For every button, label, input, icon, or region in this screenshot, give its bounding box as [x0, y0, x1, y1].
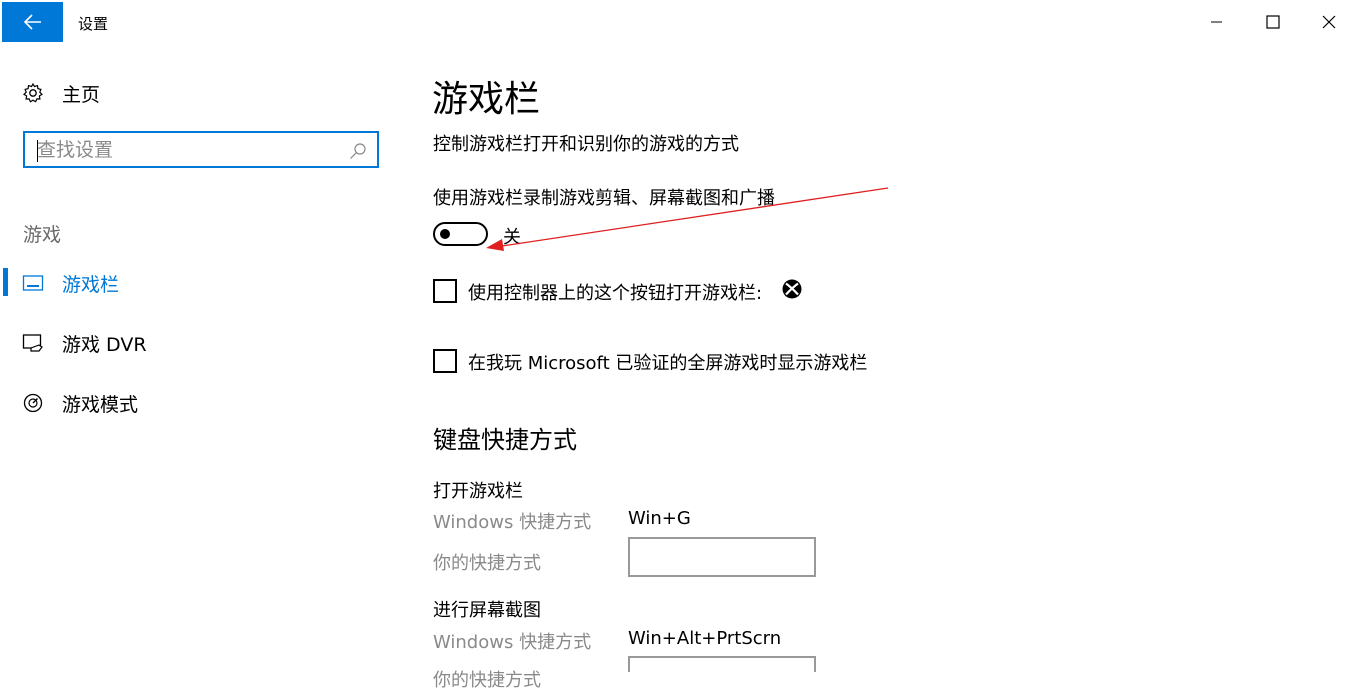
sidebar-category-label: 游戏	[23, 224, 62, 246]
search-icon[interactable]	[349, 142, 367, 160]
controller-button-checkbox[interactable]	[433, 279, 457, 303]
close-button[interactable]	[1301, 0, 1353, 44]
keyboard-shortcuts-title: 键盘快捷方式	[433, 426, 577, 454]
sidebar-item-label: 游戏 DVR	[62, 333, 147, 356]
toggle-knob	[440, 229, 450, 239]
sidebar-item-game-bar[interactable]: 游戏栏	[0, 263, 400, 303]
sidebar-item-game-dvr[interactable]: 游戏 DVR	[0, 323, 400, 363]
your-shortcut-label: 你的快捷方式	[433, 670, 541, 691]
title-bar: 设置	[0, 0, 1353, 44]
fullscreen-games-checkbox[interactable]	[433, 349, 457, 373]
text-caret	[37, 140, 38, 162]
game-mode-icon	[22, 392, 44, 414]
windows-shortcut-value: Win+Alt+PrtScrn	[628, 628, 782, 649]
sidebar-item-label: 游戏栏	[62, 273, 120, 296]
shortcut-group-title: 进行屏幕截图	[433, 600, 541, 621]
minimize-button[interactable]	[1189, 0, 1245, 44]
search-box[interactable]	[23, 131, 379, 168]
windows-shortcut-label: Windows 快捷方式	[433, 632, 592, 653]
game-bar-icon	[22, 272, 44, 294]
sidebar-item-home[interactable]: 主页	[0, 73, 400, 113]
arrow-left-icon	[23, 14, 41, 30]
xbox-icon	[782, 279, 802, 299]
sidebar-item-label: 主页	[62, 83, 101, 106]
your-shortcut-label: 你的快捷方式	[433, 553, 541, 574]
windows-shortcut-label: Windows 快捷方式	[433, 512, 592, 533]
search-input[interactable]	[37, 138, 337, 162]
page-subtitle: 控制游戏栏打开和识别你的游戏的方式	[433, 134, 739, 155]
close-icon	[1322, 15, 1336, 29]
back-button[interactable]	[2, 2, 63, 42]
windows-shortcut-value: Win+G	[628, 508, 691, 529]
maximize-icon	[1266, 15, 1280, 29]
your-shortcut-input[interactable]	[628, 537, 816, 577]
maximize-button[interactable]	[1245, 0, 1301, 44]
checkbox-label: 使用控制器上的这个按钮打开游戏栏:	[468, 283, 763, 304]
checkbox-label: 在我玩 Microsoft 已验证的全屏游戏时显示游戏栏	[468, 353, 868, 374]
window-title: 设置	[78, 15, 109, 33]
annotation-arrow	[486, 187, 889, 251]
minimize-icon	[1211, 21, 1222, 23]
game-dvr-icon	[22, 332, 44, 354]
page-title: 游戏栏	[432, 79, 541, 120]
shortcut-group-title: 打开游戏栏	[433, 481, 523, 502]
gear-icon	[22, 82, 44, 104]
sidebar-item-game-mode[interactable]: 游戏模式	[0, 383, 400, 423]
your-shortcut-input[interactable]	[628, 656, 816, 672]
sidebar-item-label: 游戏模式	[62, 393, 139, 416]
